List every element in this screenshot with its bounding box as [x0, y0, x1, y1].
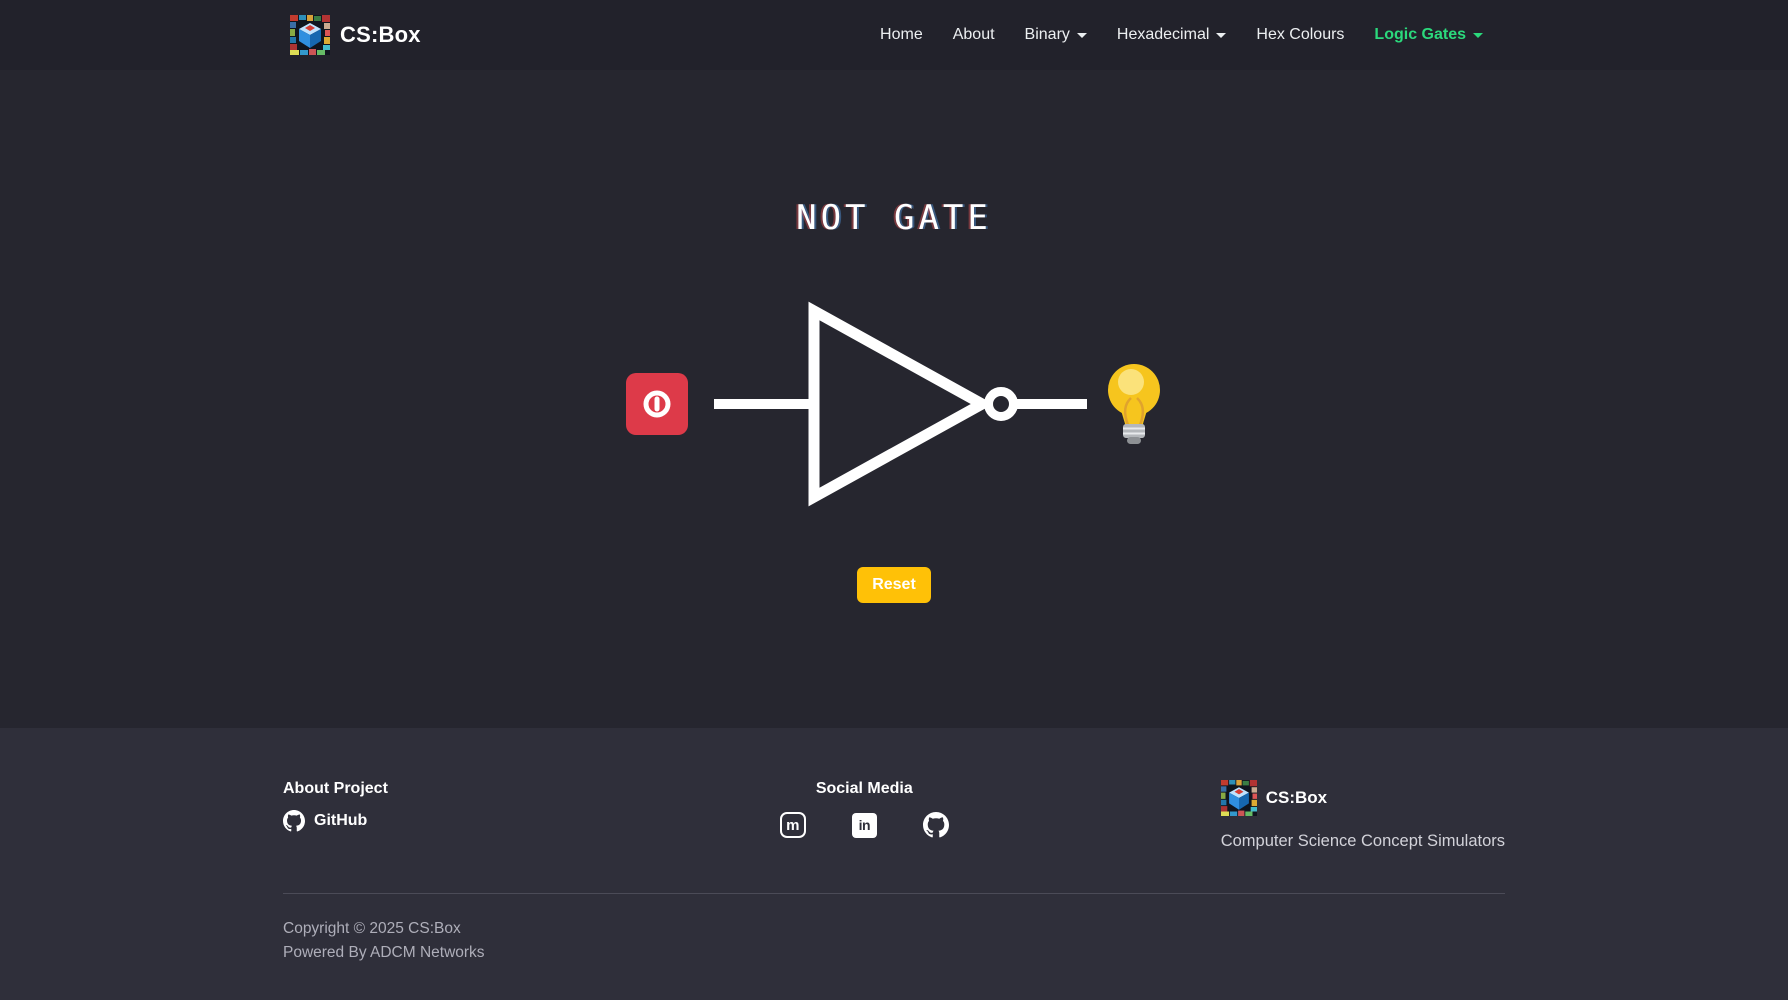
chevron-down-icon [1077, 33, 1087, 38]
nav-item-binary-dropdown[interactable]: Binary [1010, 17, 1102, 53]
github-octocat-icon [283, 810, 305, 832]
powered-by-text: Powered By ADCM Networks [283, 944, 1505, 962]
nav-item-about[interactable]: About [938, 17, 1010, 53]
github-link-label: GitHub [314, 812, 367, 830]
input-toggle-button[interactable] [626, 373, 688, 435]
footer-tagline: Computer Science Concept Simulators [1221, 832, 1505, 851]
reset-button[interactable]: Reset [857, 567, 931, 603]
cs-box-cube-logo-icon [290, 15, 330, 55]
chevron-down-icon [1473, 33, 1483, 38]
not-gate-symbol [714, 289, 1087, 519]
nav-item-home[interactable]: Home [865, 17, 938, 53]
mastodon-link[interactable]: m [780, 812, 806, 838]
nav-item-hexadecimal-dropdown[interactable]: Hexadecimal [1102, 17, 1241, 53]
copyright-block: Copyright © 2025 CS:Box Powered By ADCM … [283, 920, 1505, 962]
footer-divider [283, 893, 1505, 894]
nav-menu: Home About Binary Hexadecimal Hex Colour… [865, 17, 1498, 53]
linkedin-icon: in [852, 813, 877, 838]
footer-brand-column: CS:Box Computer Science Concept Simulato… [1221, 780, 1505, 851]
brand-link[interactable]: CS:Box [290, 15, 421, 55]
lightbulb-icon [1106, 363, 1162, 445]
nav-item-logic-gates-dropdown[interactable]: Logic Gates [1359, 17, 1498, 53]
footer-social-column: Social Media m in [780, 780, 949, 838]
not-gate-simulator: NOT GATE [0, 70, 1788, 728]
navbar: CS:Box Home About Binary Hexadecimal Hex… [0, 0, 1788, 70]
mastodon-icon: m [780, 812, 806, 838]
copyright-text: Copyright © 2025 CS:Box [283, 920, 1505, 938]
github-repo-link[interactable]: GitHub [283, 810, 388, 832]
nav-item-hex-colours[interactable]: Hex Colours [1241, 17, 1359, 53]
about-project-heading: About Project [283, 780, 388, 798]
power-off-icon [638, 385, 676, 423]
social-media-heading: Social Media [816, 780, 913, 798]
footer-brand-title: CS:Box [1266, 788, 1327, 808]
gate-diagram [626, 289, 1162, 519]
cs-box-cube-logo-icon [1221, 780, 1257, 816]
chevron-down-icon [1216, 33, 1226, 38]
page-title: NOT GATE [796, 198, 992, 238]
footer-about-column: About Project GitHub [283, 780, 388, 832]
footer: About Project GitHub Social Media m [0, 728, 1788, 1000]
brand-title: CS:Box [340, 22, 421, 48]
linkedin-link[interactable]: in [852, 813, 877, 838]
github-octocat-icon [923, 812, 949, 838]
github-social-link[interactable] [923, 812, 949, 838]
